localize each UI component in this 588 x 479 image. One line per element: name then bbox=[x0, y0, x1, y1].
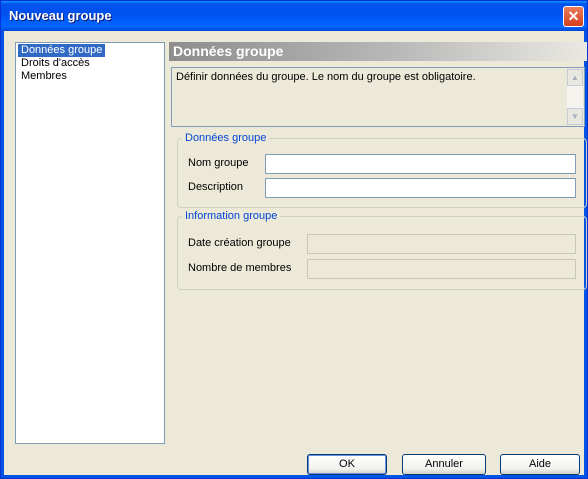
description-scrollbar[interactable]: ▲ ▼ bbox=[567, 69, 583, 125]
description-input[interactable] bbox=[265, 178, 576, 198]
window-title: Nouveau groupe bbox=[9, 8, 112, 23]
group-name-label: Nom groupe bbox=[188, 157, 249, 169]
member-count-field bbox=[307, 259, 576, 279]
nav-list: Données groupe Droits d'accès Membres bbox=[15, 42, 165, 444]
scroll-up-arrow-icon[interactable]: ▲ bbox=[567, 69, 583, 86]
window-frame-left bbox=[1, 31, 4, 478]
nav-item-group-data[interactable]: Données groupe bbox=[18, 44, 162, 57]
group-name-input[interactable] bbox=[265, 154, 576, 174]
description-label: Description bbox=[188, 181, 244, 193]
cancel-button[interactable]: Annuler bbox=[402, 454, 486, 475]
window-frame-bottom bbox=[1, 475, 587, 478]
section-header: Données groupe bbox=[169, 42, 587, 61]
group-info-legend: Information groupe bbox=[185, 210, 278, 222]
member-count-label: Nombre de membres bbox=[188, 262, 292, 274]
description-text: Définir données du groupe. Le nom du gro… bbox=[176, 71, 476, 83]
ok-button[interactable]: OK bbox=[307, 454, 387, 475]
description-box: Définir données du groupe. Le nom du gro… bbox=[171, 67, 585, 127]
dialog-window: Nouveau groupe ✕ Données groupe Droits d… bbox=[0, 0, 588, 479]
scroll-down-arrow-icon[interactable]: ▼ bbox=[567, 108, 583, 125]
creation-date-label: Date création groupe bbox=[188, 237, 291, 249]
help-button[interactable]: Aide bbox=[500, 454, 580, 475]
nav-item-label: Données groupe bbox=[18, 44, 106, 57]
close-icon[interactable]: ✕ bbox=[563, 6, 584, 27]
group-data-legend: Données groupe bbox=[185, 132, 267, 144]
title-bar[interactable]: Nouveau groupe ✕ bbox=[1, 1, 587, 31]
nav-item-members[interactable]: Membres bbox=[18, 70, 162, 83]
creation-date-field bbox=[307, 234, 576, 254]
nav-item-access-rights[interactable]: Droits d'accès bbox=[18, 57, 162, 70]
